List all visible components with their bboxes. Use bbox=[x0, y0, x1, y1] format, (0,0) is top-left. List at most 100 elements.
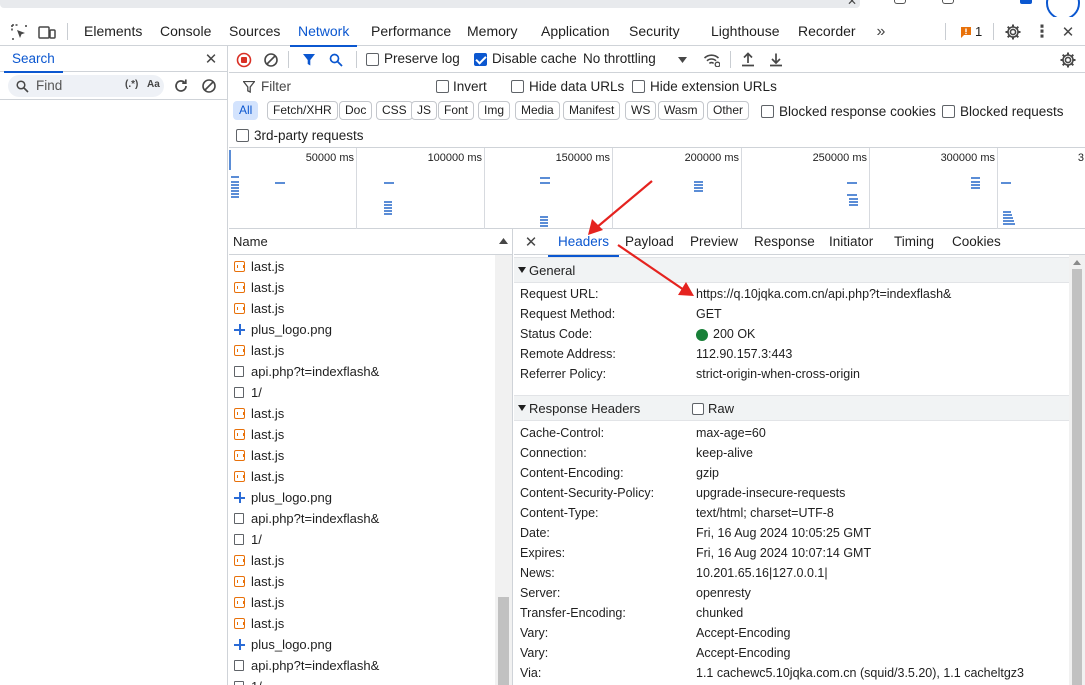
request-row[interactable]: last.js bbox=[229, 467, 495, 488]
scroll-up-arrow-icon[interactable] bbox=[1073, 258, 1081, 266]
tab-timing[interactable]: Timing bbox=[894, 234, 934, 249]
request-row[interactable]: last.js bbox=[229, 404, 495, 425]
hide-data-urls-checkbox[interactable] bbox=[511, 80, 524, 93]
throttling-select[interactable]: No throttling bbox=[583, 51, 656, 66]
request-row[interactable]: last.js bbox=[229, 425, 495, 446]
close-icon[interactable]: ✕ bbox=[845, 0, 859, 8]
chip-ws[interactable]: WS bbox=[625, 101, 657, 120]
tab-initiator[interactable]: Initiator bbox=[829, 234, 873, 249]
chip-wasm[interactable]: Wasm bbox=[658, 101, 704, 120]
request-row[interactable]: api.php?t=indexflash& bbox=[229, 656, 495, 677]
tab-cookies[interactable]: Cookies bbox=[952, 234, 1001, 249]
chip-fetch-xhr[interactable]: Fetch/XHR bbox=[267, 101, 338, 120]
request-row[interactable]: 1/ bbox=[229, 383, 495, 404]
device-toolbar-icon[interactable] bbox=[37, 23, 57, 41]
chip-media[interactable]: Media bbox=[515, 101, 560, 120]
header-value[interactable]: text/html; charset=UTF-8 bbox=[696, 506, 834, 520]
blocked-response-cookies-checkbox[interactable] bbox=[761, 105, 774, 118]
close-details-icon[interactable]: ✕ bbox=[523, 234, 539, 251]
devtools-tab-icon[interactable] bbox=[1020, 0, 1032, 5]
filter-input[interactable]: Filter bbox=[261, 79, 291, 94]
chevron-double-right-icon[interactable]: » bbox=[872, 23, 890, 41]
clear-icon[interactable] bbox=[200, 77, 218, 95]
response-headers-section-header[interactable]: Response Headers Raw bbox=[514, 395, 1069, 421]
scrollbar-thumb[interactable] bbox=[1072, 269, 1082, 685]
header-value[interactable]: Fri, 16 Aug 2024 10:07:14 GMT bbox=[696, 546, 871, 560]
invert-checkbox[interactable] bbox=[436, 80, 449, 93]
chip-js[interactable]: JS bbox=[411, 101, 438, 120]
chip-img[interactable]: Img bbox=[478, 101, 511, 120]
close-devtools-icon[interactable]: ✕ bbox=[1058, 22, 1078, 42]
blocked-requests-checkbox[interactable] bbox=[942, 105, 955, 118]
regex-toggle[interactable]: (.*) bbox=[125, 79, 138, 90]
request-row[interactable]: last.js bbox=[229, 341, 495, 362]
tab-search[interactable]: Search bbox=[4, 46, 63, 73]
collapse-triangle-icon[interactable] bbox=[518, 267, 526, 273]
header-value[interactable]: strict-origin-when-cross-origin bbox=[696, 367, 860, 381]
chip-other[interactable]: Other bbox=[707, 101, 750, 120]
header-value[interactable]: 112.90.157.3:443 bbox=[696, 347, 792, 361]
extension-icon[interactable] bbox=[940, 0, 956, 6]
request-row[interactable]: last.js bbox=[229, 593, 495, 614]
chip-css[interactable]: CSS bbox=[376, 101, 413, 120]
header-value[interactable]: gzip bbox=[696, 466, 719, 480]
close-search-icon[interactable]: ✕ bbox=[202, 50, 220, 68]
tab-elements[interactable]: Elements bbox=[84, 17, 142, 46]
search-network-icon[interactable] bbox=[327, 51, 344, 68]
refresh-icon[interactable] bbox=[172, 77, 190, 95]
filter-funnel-icon[interactable] bbox=[300, 51, 317, 68]
preserve-log-checkbox[interactable] bbox=[366, 53, 379, 66]
dropdown-caret-icon[interactable] bbox=[677, 56, 687, 64]
request-row[interactable]: 1/ bbox=[229, 530, 495, 551]
tab-response[interactable]: Response bbox=[754, 234, 815, 249]
more-options-icon[interactable]: ⋮ bbox=[1032, 22, 1052, 42]
profile-icon[interactable] bbox=[892, 0, 908, 6]
scrollbar-thumb[interactable] bbox=[498, 597, 509, 685]
header-value[interactable]: Fri, 16 Aug 2024 10:05:25 GMT bbox=[696, 526, 871, 540]
tab-performance[interactable]: Performance bbox=[371, 17, 451, 46]
tab-headers[interactable]: Headers bbox=[547, 234, 620, 257]
request-row[interactable]: last.js bbox=[229, 551, 495, 572]
header-value[interactable]: Accept-Encoding bbox=[696, 646, 791, 660]
header-value[interactable]: upgrade-insecure-requests bbox=[696, 486, 845, 500]
clear-log-icon[interactable] bbox=[262, 51, 279, 68]
tab-preview[interactable]: Preview bbox=[690, 234, 738, 249]
request-row[interactable]: last.js bbox=[229, 278, 495, 299]
hide-extension-urls-checkbox[interactable] bbox=[632, 80, 645, 93]
header-value[interactable]: max-age=60 bbox=[696, 426, 766, 440]
request-row[interactable]: plus_logo.png bbox=[229, 320, 495, 341]
tab-memory[interactable]: Memory bbox=[467, 17, 518, 46]
header-value[interactable]: 200 OK bbox=[713, 327, 755, 341]
search-input[interactable] bbox=[8, 75, 164, 97]
request-row[interactable]: api.php?t=indexflash& bbox=[229, 509, 495, 530]
request-row[interactable]: plus_logo.png bbox=[229, 635, 495, 656]
request-row[interactable]: last.js bbox=[229, 299, 495, 320]
request-row[interactable]: 1/ bbox=[229, 677, 495, 685]
request-row[interactable]: plus_logo.png bbox=[229, 488, 495, 509]
chip-manifest[interactable]: Manifest bbox=[563, 101, 621, 120]
header-value[interactable]: 1.1 cachewc5.10jqka.com.cn (squid/3.5.20… bbox=[696, 666, 1024, 680]
header-value[interactable]: GET bbox=[696, 307, 722, 321]
issues-count[interactable]: 1 bbox=[975, 24, 982, 39]
disable-cache-checkbox[interactable] bbox=[474, 53, 487, 66]
general-section-header[interactable]: General bbox=[514, 257, 1069, 283]
header-value[interactable]: openresty bbox=[696, 586, 751, 600]
tab-recorder[interactable]: Recorder bbox=[798, 17, 856, 46]
third-party-checkbox[interactable] bbox=[236, 129, 249, 142]
tab-lighthouse[interactable]: Lighthouse bbox=[711, 17, 780, 46]
header-value[interactable]: Accept-Encoding bbox=[696, 626, 791, 640]
name-column-header[interactable]: Name bbox=[229, 229, 512, 255]
settings-gear-icon[interactable] bbox=[1003, 22, 1023, 42]
export-har-icon[interactable] bbox=[767, 50, 785, 68]
chip-doc[interactable]: Doc bbox=[339, 101, 373, 120]
inspect-element-icon[interactable] bbox=[10, 23, 28, 41]
collapse-triangle-icon[interactable] bbox=[518, 405, 526, 411]
tab-console[interactable]: Console bbox=[160, 17, 211, 46]
match-case-toggle[interactable]: Aa bbox=[147, 79, 160, 90]
request-list-scrollbar[interactable] bbox=[495, 255, 512, 685]
overview-timeline[interactable]: 50000 ms 100000 ms 150000 ms 200000 ms 2… bbox=[229, 148, 1085, 229]
network-conditions-icon[interactable] bbox=[702, 51, 720, 68]
tab-application[interactable]: Application bbox=[541, 17, 610, 46]
request-row[interactable]: api.php?t=indexflash& bbox=[229, 362, 495, 383]
request-row[interactable]: last.js bbox=[229, 572, 495, 593]
